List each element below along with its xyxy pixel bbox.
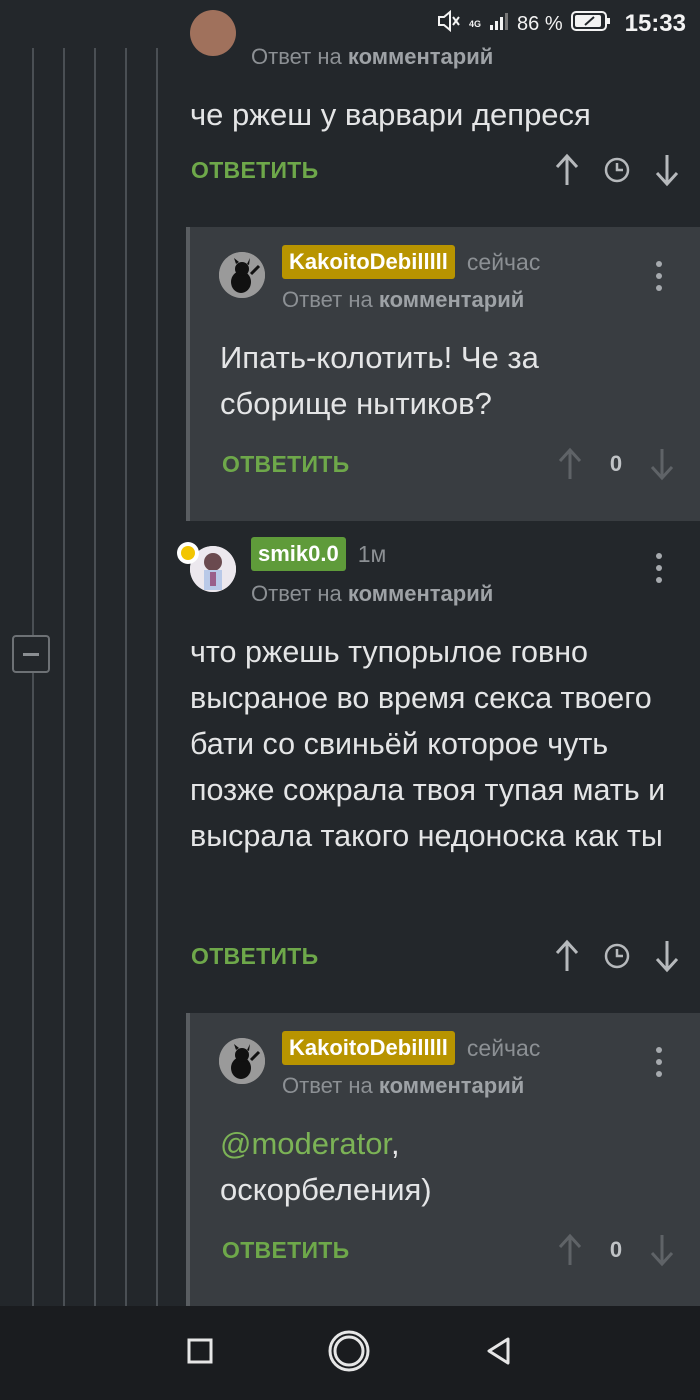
comment-text: Ипать-колотить! Че за сборище нытиков? bbox=[220, 340, 539, 421]
arrow-up-icon[interactable] bbox=[553, 152, 581, 188]
timestamp: сейчас bbox=[466, 248, 541, 275]
reply-button[interactable]: ОТВЕТИТЬ bbox=[222, 1237, 349, 1264]
reply-button[interactable]: ОТВЕТИТЬ bbox=[222, 451, 349, 478]
reply-target-link[interactable]: комментарий bbox=[379, 287, 524, 312]
reply-to: Ответ на комментарий bbox=[282, 287, 525, 312]
rating-value: 0 bbox=[609, 1237, 623, 1262]
navigation-bar bbox=[0, 1306, 700, 1400]
reply-comment: KakoitoDebilllll сейчас Ответ на коммент… bbox=[186, 227, 700, 521]
timestamp: сейчас bbox=[466, 1034, 541, 1061]
timestamp: 1м bbox=[357, 540, 387, 567]
reply-comment: KakoitoDebilllll сейчас Ответ на коммент… bbox=[186, 1013, 700, 1306]
reply-to: Ответ на комментарий bbox=[282, 1073, 525, 1098]
comment: Ответ на комментарий че ржеш у варвари д… bbox=[0, 0, 700, 200]
comment-text: @moderator, оскорбеления) bbox=[220, 1126, 432, 1207]
arrow-up-icon[interactable] bbox=[553, 938, 581, 974]
comment: smik0.0 1м Ответ на комментарий что ржеш… bbox=[0, 521, 700, 1011]
comment-text: че ржеш у варвари депреся bbox=[190, 97, 591, 132]
arrow-down-icon[interactable] bbox=[648, 446, 676, 482]
home-icon[interactable] bbox=[327, 1329, 371, 1378]
clock-icon[interactable] bbox=[603, 152, 631, 188]
reply-target-link[interactable]: комментарий bbox=[348, 44, 493, 69]
more-vert-icon[interactable] bbox=[654, 261, 664, 291]
avatar[interactable] bbox=[219, 252, 265, 298]
username-badge[interactable]: KakoitoDebilllll bbox=[282, 245, 455, 279]
reply-to: Ответ на комментарий bbox=[251, 44, 494, 69]
arrow-down-icon[interactable] bbox=[648, 1232, 676, 1268]
reply-to: Ответ на комментарий bbox=[251, 581, 494, 606]
arrow-up-icon[interactable] bbox=[556, 446, 584, 482]
username-badge[interactable]: KakoitoDebilllll bbox=[282, 1031, 455, 1065]
comment-actions: 0 bbox=[556, 1232, 676, 1268]
reply-target-link[interactable]: комментарий bbox=[348, 581, 493, 606]
avatar[interactable] bbox=[219, 1038, 265, 1084]
clock-icon[interactable] bbox=[603, 938, 631, 974]
comment-actions bbox=[553, 938, 681, 974]
username-badge[interactable]: smik0.0 bbox=[251, 537, 346, 571]
arrow-down-icon[interactable] bbox=[653, 938, 681, 974]
recents-icon[interactable] bbox=[186, 1337, 214, 1370]
status-badge bbox=[177, 542, 199, 564]
mention-link[interactable]: @moderator bbox=[220, 1126, 391, 1161]
back-icon[interactable] bbox=[484, 1336, 514, 1371]
rating-value: 0 bbox=[609, 451, 623, 476]
arrow-down-icon[interactable] bbox=[653, 152, 681, 188]
comment-text: что ржешь тупорылое говно высраное во вр… bbox=[190, 635, 666, 853]
reply-button[interactable]: ОТВЕТИТЬ bbox=[191, 157, 318, 184]
reply-button[interactable]: ОТВЕТИТЬ bbox=[191, 943, 318, 970]
comment-actions: 0 bbox=[556, 446, 676, 482]
more-vert-icon[interactable] bbox=[654, 1047, 664, 1077]
more-vert-icon[interactable] bbox=[654, 553, 664, 583]
reply-target-link[interactable]: комментарий bbox=[379, 1073, 524, 1098]
arrow-up-icon[interactable] bbox=[556, 1232, 584, 1268]
comment-actions bbox=[553, 152, 681, 188]
avatar[interactable] bbox=[190, 10, 236, 56]
